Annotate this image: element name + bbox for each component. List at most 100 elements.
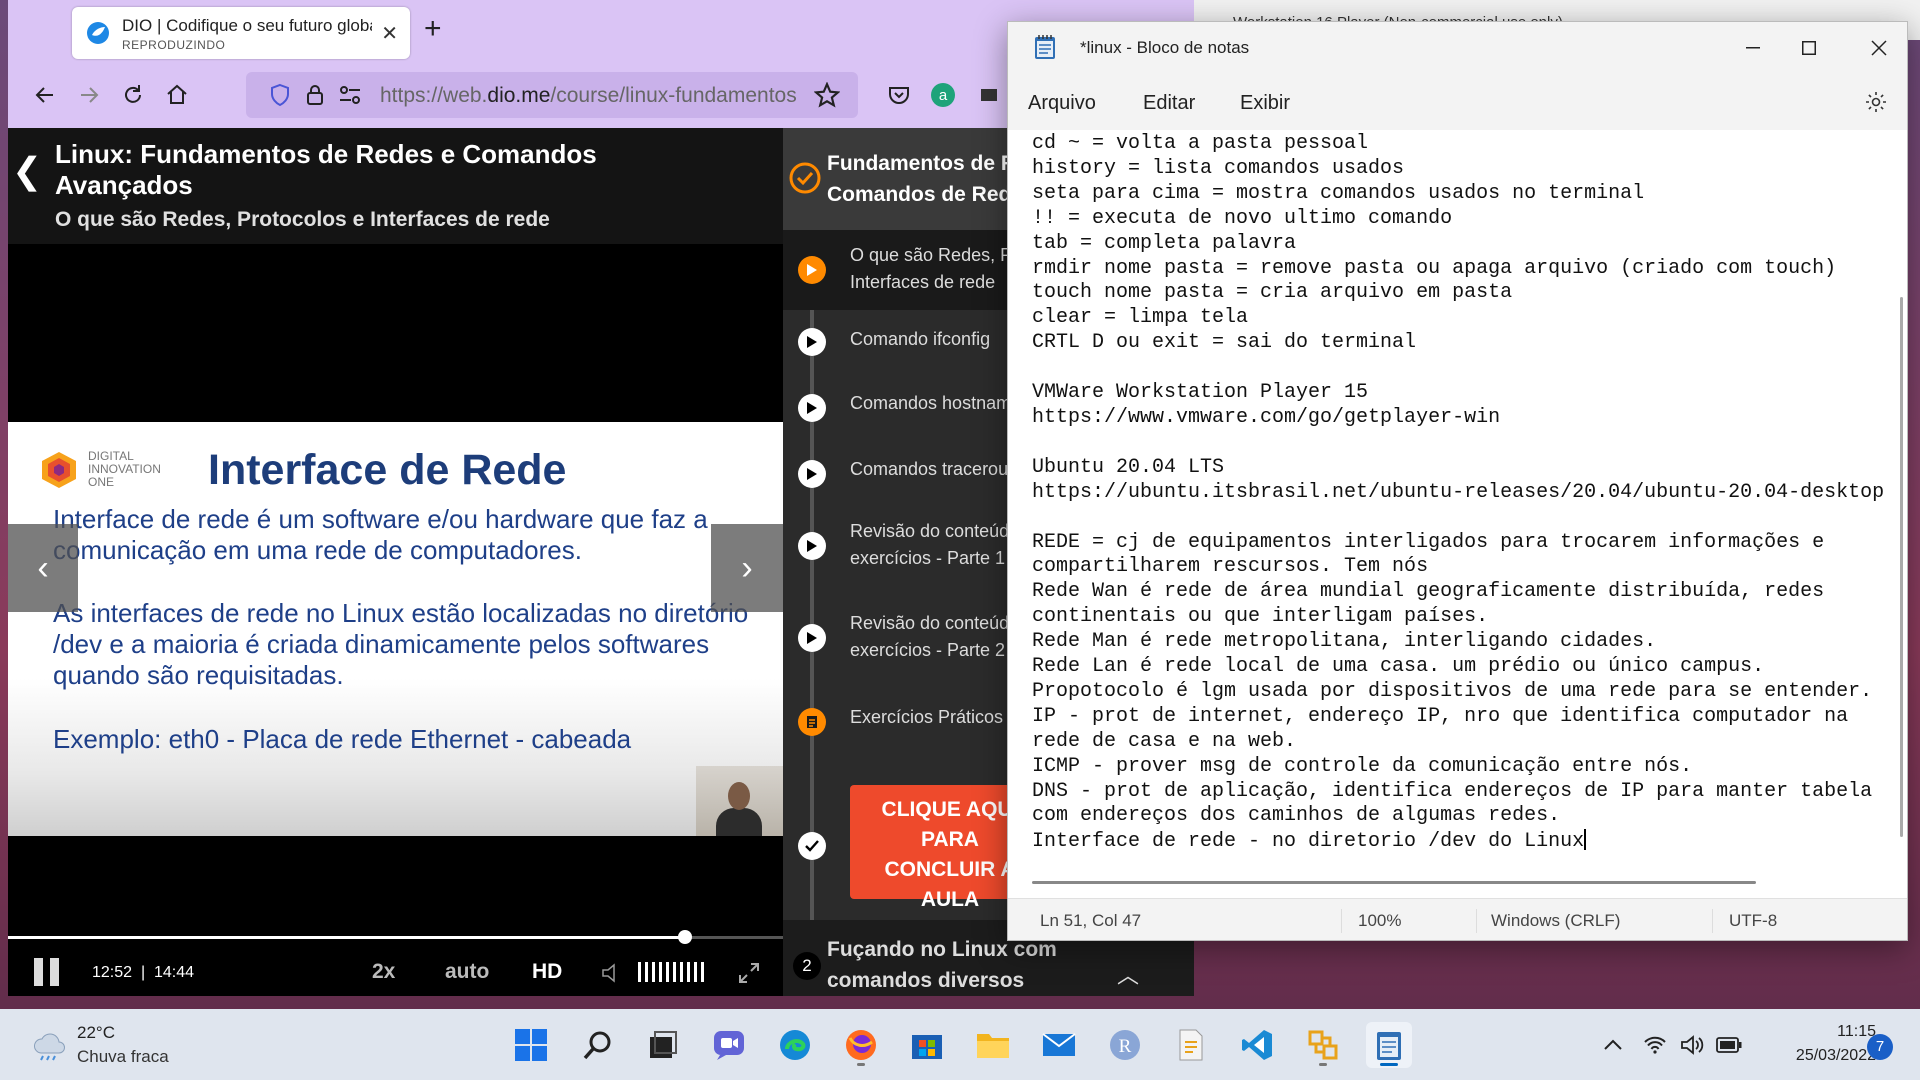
workstation-icon [1308, 1030, 1338, 1060]
settings-gear-icon[interactable] [1864, 90, 1888, 114]
quality-mode-button[interactable]: auto [445, 960, 489, 984]
pause-icon[interactable] [34, 958, 62, 986]
tab-close-icon[interactable]: ✕ [381, 21, 398, 46]
video-progress-handle[interactable] [677, 930, 692, 944]
menu-arquivo[interactable]: Arquivo [1028, 92, 1096, 115]
chevron-up-icon[interactable]: ︿ [1117, 958, 1139, 990]
battery-icon[interactable] [1716, 1037, 1742, 1053]
menu-exibir[interactable]: Exibir [1240, 92, 1290, 115]
maximize-button[interactable] [1786, 30, 1832, 66]
chevron-up-icon[interactable] [1604, 1039, 1622, 1051]
taskbar: 22°C Chuva fraca R 11:15 25/03/2022 [0, 1009, 1920, 1080]
running-indicator [1319, 1063, 1327, 1066]
notepad-line: !! = executa de novo ultimo comando [1032, 206, 1453, 230]
edge-button[interactable] [772, 1022, 818, 1068]
notepad-line: com endereços dos caminhos de algumas re… [1032, 804, 1561, 828]
menu-editar[interactable]: Editar [1143, 92, 1195, 115]
speed-button[interactable]: 2x [372, 960, 395, 984]
document-icon [798, 708, 826, 736]
notification-badge[interactable]: 7 [1867, 1034, 1893, 1060]
browser-tab[interactable]: DIO | Codifique o seu futuro global REPR… [72, 7, 410, 59]
notepad-line: rmdir nome pasta = remove pasta ou apaga… [1032, 256, 1837, 280]
store-button[interactable] [904, 1022, 950, 1068]
clock-date[interactable]: 25/03/2022 [1764, 1047, 1876, 1065]
weather-description[interactable]: Chuva fraca [77, 1047, 169, 1067]
back-button[interactable] [30, 80, 60, 110]
lesson-label: Exercícios Práticos [850, 707, 1004, 727]
lesson-label: Comandos hostname [850, 393, 1022, 413]
notepad-icon [1377, 1032, 1401, 1060]
horizontal-scrollbar[interactable] [1032, 881, 1756, 884]
notepad-text-area[interactable]: cd ~ = volta a pasta pessoal history = li… [1032, 132, 1892, 887]
speaker-icon[interactable] [1680, 1035, 1704, 1055]
vertical-scrollbar[interactable] [1900, 297, 1903, 837]
r-app-button[interactable]: R [1102, 1022, 1148, 1068]
weather-temperature[interactable]: 22°C [77, 1023, 115, 1043]
start-button[interactable] [508, 1022, 554, 1068]
store-icon [912, 1035, 942, 1059]
minimize-button[interactable] [1730, 30, 1776, 66]
url-bar[interactable]: https://web.dio.me/course/linux-fundamen… [246, 72, 858, 118]
previous-slide-button[interactable]: ‹ [8, 524, 78, 612]
next-module-title: Fuçando no Linux com comandos diversos [827, 938, 1057, 992]
course-title: Linux: Fundamentos de Redes e Comandos A… [55, 139, 597, 200]
wifi-icon[interactable] [1644, 1036, 1666, 1054]
video-slide[interactable]: DIGITAL INNOVATION ONE Interface de Rede… [8, 422, 783, 836]
notepad-line: seta para cima = mostra comandos usados … [1032, 181, 1645, 205]
extension-button[interactable]: a [928, 80, 958, 110]
logo-line-3: ONE [88, 475, 115, 489]
cursor-position: Ln 51, Col 47 [1040, 911, 1142, 930]
extension-2-button[interactable] [974, 80, 1004, 110]
maximize-icon [1802, 41, 1816, 55]
close-button[interactable] [1856, 30, 1902, 66]
next-slide-button[interactable]: › [711, 524, 783, 612]
search-icon [583, 1031, 611, 1060]
vscode-icon [1242, 1030, 1272, 1060]
workstation-button[interactable] [1300, 1022, 1346, 1068]
volume-slider[interactable] [638, 962, 704, 982]
home-button[interactable] [162, 80, 192, 110]
notepad-titlebar[interactable]: *linux - Bloco de notas [1008, 22, 1907, 74]
vscode-button[interactable] [1234, 1022, 1280, 1068]
files-button[interactable] [1168, 1022, 1214, 1068]
mail-button[interactable] [1036, 1022, 1082, 1068]
play-icon [798, 532, 826, 560]
notepad-statusbar: Ln 51, Col 47 100% Windows (CRLF) UTF-8 [1008, 898, 1907, 940]
chevron-right-icon: › [741, 548, 753, 587]
notepad-line: history = lista comandos usados [1032, 156, 1405, 180]
url-prefix: https://web. [380, 84, 488, 107]
notepad-line [1032, 506, 1892, 531]
file-explorer-icon [977, 1034, 1009, 1058]
start-icon [515, 1029, 547, 1061]
permissions-icon[interactable] [338, 84, 362, 106]
time-separator: | [140, 964, 146, 981]
volume-icon[interactable] [600, 962, 624, 984]
chat-button[interactable] [706, 1022, 752, 1068]
fullscreen-icon[interactable] [738, 962, 760, 984]
file-explorer-button[interactable] [970, 1022, 1016, 1068]
search-button[interactable] [575, 1022, 621, 1068]
hd-button[interactable]: HD [532, 960, 562, 984]
notepad-line: Rede Wan é rede de área mundial geografi… [1032, 580, 1825, 604]
task-view-button[interactable] [640, 1022, 686, 1068]
notepad-line: cd ~ = volta a pasta pessoal [1032, 132, 1369, 155]
pocket-button[interactable] [884, 80, 914, 110]
notepad-line: Interface de rede - no diretorio /dev do… [1032, 829, 1587, 854]
notepad-line: ICMP - prover msg de controle da comunic… [1032, 754, 1693, 778]
firefox-button[interactable] [838, 1022, 884, 1068]
svg-text:R: R [1119, 1036, 1132, 1057]
notepad-button[interactable] [1366, 1022, 1412, 1068]
bookmark-star-icon[interactable] [814, 82, 840, 108]
course-back-icon[interactable]: ❮ [12, 150, 42, 192]
url-text[interactable]: https://web.dio.me/course/linux-fundamen… [380, 84, 797, 108]
clock-time[interactable]: 11:15 [1818, 1023, 1876, 1041]
shield-icon[interactable] [268, 83, 292, 107]
cloud-rain-icon[interactable] [32, 1033, 66, 1061]
forward-button[interactable] [74, 80, 104, 110]
new-tab-button[interactable]: + [424, 14, 442, 44]
reload-icon [125, 85, 141, 103]
notepad-line: IP - prot de internet, endereço IP, nro … [1032, 704, 1849, 728]
slide-paragraph-3: Exemplo: eth0 - Placa de rede Ethernet -… [53, 724, 632, 754]
lock-icon[interactable] [304, 83, 326, 107]
reload-button[interactable] [118, 80, 148, 110]
